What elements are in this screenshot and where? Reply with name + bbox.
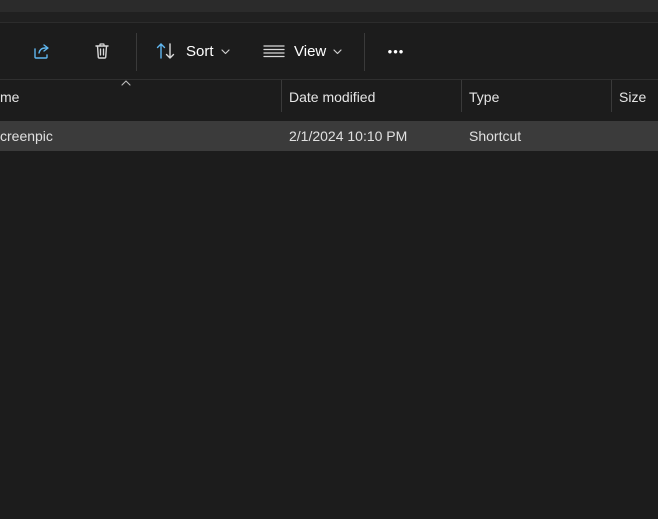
toolbar-separator [364, 33, 365, 71]
column-divider[interactable] [461, 80, 462, 112]
column-header-date-modified[interactable]: Date modified [289, 80, 459, 114]
share-button[interactable] [26, 33, 58, 69]
chevron-down-icon [220, 48, 230, 54]
sort-label: Sort [186, 42, 214, 60]
column-label: Date modified [289, 89, 376, 105]
column-label: me [0, 89, 20, 105]
chevron-down-icon [333, 48, 342, 54]
file-size-cell [619, 121, 658, 151]
command-bar: Sort View ••• [0, 23, 658, 80]
column-divider[interactable] [611, 80, 612, 112]
file-type-cell: Shortcut [469, 121, 609, 151]
column-header-type[interactable]: Type [469, 80, 609, 114]
more-icon: ••• [387, 43, 405, 59]
file-date-modified: 2/1/2024 10:10 PM [289, 128, 408, 144]
column-divider[interactable] [281, 80, 282, 112]
more-options-button[interactable]: ••• [380, 33, 412, 69]
sort-icon [156, 43, 175, 59]
column-header-size[interactable]: Size [619, 80, 658, 114]
file-date-cell: 2/1/2024 10:10 PM [289, 121, 459, 151]
address-bar-strip [0, 0, 658, 12]
trash-icon [95, 43, 109, 59]
toolbar-separator [136, 33, 137, 71]
view-label: View [294, 42, 327, 60]
view-list-icon [263, 45, 285, 58]
file-name-cell: creenpic [0, 121, 280, 151]
delete-button[interactable] [86, 33, 118, 69]
file-row[interactable]: creenpic 2/1/2024 10:10 PM Shortcut [0, 121, 658, 151]
file-list-empty-area[interactable] [0, 151, 658, 519]
column-header-name[interactable]: me [0, 80, 280, 114]
view-button[interactable]: View [263, 33, 342, 69]
column-label: Size [619, 89, 647, 105]
tab-strip [0, 12, 658, 23]
column-label: Type [469, 89, 500, 105]
file-explorer-window: Sort View ••• me Date modified Type Size… [0, 0, 658, 519]
column-header: me Date modified Type Size [0, 80, 658, 114]
sort-button[interactable]: Sort [155, 33, 230, 69]
file-name: creenpic [0, 128, 53, 144]
file-type: Shortcut [469, 128, 522, 144]
share-icon [34, 44, 49, 59]
